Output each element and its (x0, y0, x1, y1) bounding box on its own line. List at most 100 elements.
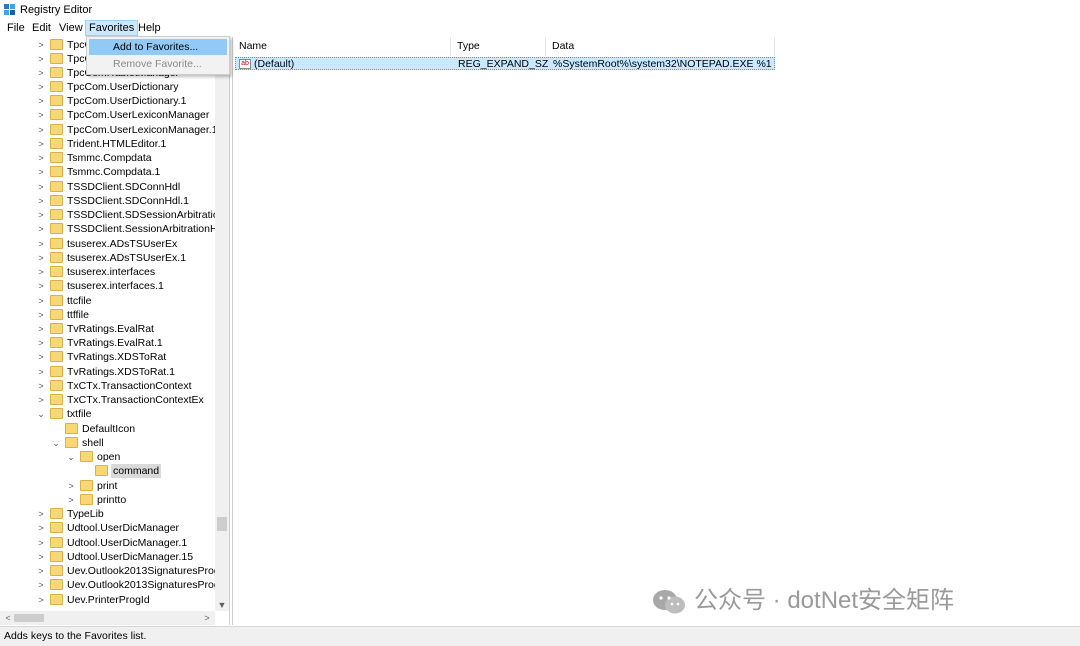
chevron-right-icon[interactable]: > (36, 80, 46, 94)
chevron-right-icon[interactable]: > (36, 550, 46, 564)
folder-icon (50, 295, 63, 306)
tree-item[interactable]: > TvRatings.EvalRat (0, 322, 215, 336)
chevron-right-icon[interactable]: > (36, 564, 46, 578)
chevron-right-icon[interactable]: > (36, 350, 46, 364)
tree-item[interactable]: >TSSDClient.SDSessionArbitrationHelper (0, 208, 229, 222)
key-tree[interactable]: >TpcCom.InkDictionary >TpcCom.InkDiction… (0, 37, 230, 625)
chevron-right-icon[interactable]: > (36, 222, 46, 236)
chevron-right-icon[interactable]: > (36, 294, 46, 308)
chevron-right-icon[interactable]: > (36, 137, 46, 151)
chevron-right-icon[interactable]: > (36, 165, 46, 179)
tree-item-open[interactable]: ⌄ open (0, 450, 215, 464)
tree-item[interactable]: > TSSDClient.SDConnHdl (0, 180, 215, 194)
tree-item[interactable]: > TpcCom.UserDictionary (0, 80, 215, 94)
chevron-right-icon[interactable]: > (36, 308, 46, 322)
tree-item[interactable]: > tsuserex.ADsTSUserEx.1 (0, 251, 215, 265)
folder-icon (50, 95, 63, 106)
menu-file[interactable]: File (4, 21, 28, 35)
folder-icon (50, 579, 63, 590)
tree-item[interactable]: > TvRatings.XDSToRat (0, 350, 215, 364)
tree-item[interactable]: > TSSDClient.SDConnHdl.1 (0, 194, 215, 208)
chevron-right-icon[interactable]: > (36, 251, 46, 265)
tree-item[interactable]: > TpcCom.UserLexiconManager (0, 108, 215, 122)
tree-vertical-scrollbar[interactable]: ▲ ▼ (215, 37, 229, 611)
scroll-down-arrow-icon[interactable]: ▼ (215, 599, 229, 611)
chevron-down-icon[interactable]: ⌄ (51, 436, 61, 450)
title-bar: Registry Editor (0, 0, 1080, 20)
chevron-right-icon[interactable]: > (36, 194, 46, 208)
menu-favorites[interactable]: Favorites (84, 20, 139, 36)
column-header-type[interactable]: Type (451, 37, 546, 56)
tree-item[interactable]: > printto (0, 493, 215, 507)
chevron-right-icon[interactable]: > (36, 38, 46, 52)
tree-item[interactable]: > TpcCom.UserLexiconManager.1 (0, 123, 218, 137)
chevron-right-icon[interactable]: > (36, 123, 46, 137)
chevron-right-icon[interactable]: > (36, 393, 46, 407)
column-header-name[interactable]: Name (233, 37, 451, 56)
tree-item[interactable]: > tsuserex.interfaces.1 (0, 279, 215, 293)
chevron-right-icon[interactable]: > (36, 151, 46, 165)
tree-item[interactable]: > Udtool.UserDicManager.15 (0, 550, 215, 564)
chevron-right-icon[interactable]: > (36, 66, 46, 80)
chevron-right-icon[interactable]: > (36, 279, 46, 293)
tree-item[interactable]: > print (0, 479, 215, 493)
tree-item[interactable]: > Tsmmc.Compdata.1 (0, 165, 215, 179)
tree-item[interactable]: > TxCTx.TransactionContextEx (0, 393, 215, 407)
chevron-down-icon[interactable]: ⌄ (66, 450, 76, 464)
tree-item[interactable]: > TpcCom.UserDictionary.1 (0, 94, 215, 108)
tree-item[interactable]: > Tsmmc.Compdata (0, 151, 215, 165)
chevron-right-icon[interactable]: > (36, 237, 46, 251)
tree-item[interactable]: > tsuserex.interfaces (0, 265, 215, 279)
tree-item[interactable]: > TSSDClient.SessionArbitrationHelper (0, 222, 229, 236)
value-row-default[interactable]: ab (Default) REG_EXPAND_SZ %SystemRoot%\… (235, 57, 775, 70)
tree-item[interactable]: > Uev.Outlook2013SignaturesProgId (0, 564, 229, 578)
menu-edit[interactable]: Edit (29, 21, 54, 35)
tree-item[interactable]: > Uev.Outlook2013SignaturesProgId.1 (0, 578, 229, 592)
scrollbar-thumb[interactable] (217, 517, 227, 531)
chevron-right-icon[interactable]: > (36, 365, 46, 379)
scroll-right-arrow-icon[interactable]: > (201, 611, 213, 625)
chevron-right-icon[interactable]: > (36, 265, 46, 279)
add-to-favorites-item[interactable]: Add to Favorites... (89, 39, 227, 55)
chevron-right-icon[interactable]: > (36, 208, 46, 222)
tree-item[interactable]: > ttffile (0, 308, 215, 322)
tree-item[interactable]: > tsuserex.ADsTSUserEx (0, 237, 215, 251)
chevron-right-icon[interactable]: > (66, 479, 76, 493)
tree-item[interactable]: > Udtool.UserDicManager.1 (0, 536, 215, 550)
scroll-left-arrow-icon[interactable]: < (2, 611, 14, 625)
tree-item[interactable]: > TvRatings.XDSToRat.1 (0, 365, 215, 379)
window-title: Registry Editor (20, 4, 93, 16)
chevron-right-icon[interactable]: > (36, 521, 46, 535)
scrollbar-thumb[interactable] (14, 614, 44, 622)
tree-item[interactable]: > TvRatings.EvalRat.1 (0, 336, 215, 350)
tree-item[interactable]: > TxCTx.TransactionContext (0, 379, 215, 393)
menu-help[interactable]: Help (135, 21, 164, 35)
tree-item-command[interactable]: command (0, 464, 215, 478)
chevron-right-icon[interactable]: > (36, 180, 46, 194)
tree-item[interactable]: > Uev.PrinterProgId (0, 593, 215, 607)
chevron-right-icon[interactable]: > (36, 108, 46, 122)
tree-item[interactable]: > ttcfile (0, 294, 215, 308)
values-list[interactable]: Name Type Data ab (Default) REG_EXPAND_S… (232, 37, 1080, 625)
tree-item[interactable]: > TypeLib (0, 507, 215, 521)
tree-item[interactable]: > Trident.HTMLEditor.1 (0, 137, 215, 151)
tree-item[interactable]: > Udtool.UserDicManager (0, 521, 215, 535)
tree-item-txtfile[interactable]: ⌄ txtfile (0, 407, 215, 421)
chevron-right-icon[interactable]: > (36, 507, 46, 521)
chevron-right-icon[interactable]: > (36, 379, 46, 393)
registry-editor-icon (4, 4, 15, 15)
tree-horizontal-scrollbar[interactable]: < > (0, 611, 215, 625)
column-header-data[interactable]: Data (546, 37, 775, 56)
chevron-right-icon[interactable]: > (36, 52, 46, 66)
tree-item[interactable]: DefaultIcon (0, 422, 215, 436)
chevron-right-icon[interactable]: > (36, 94, 46, 108)
chevron-right-icon[interactable]: > (36, 593, 46, 607)
menu-view[interactable]: View (56, 21, 86, 35)
chevron-right-icon[interactable]: > (36, 536, 46, 550)
chevron-right-icon[interactable]: > (36, 578, 46, 592)
tree-item-shell[interactable]: ⌄ shell (0, 436, 215, 450)
chevron-down-icon[interactable]: ⌄ (36, 407, 46, 421)
chevron-right-icon[interactable]: > (36, 322, 46, 336)
chevron-right-icon[interactable]: > (36, 336, 46, 350)
chevron-right-icon[interactable]: > (66, 493, 76, 507)
